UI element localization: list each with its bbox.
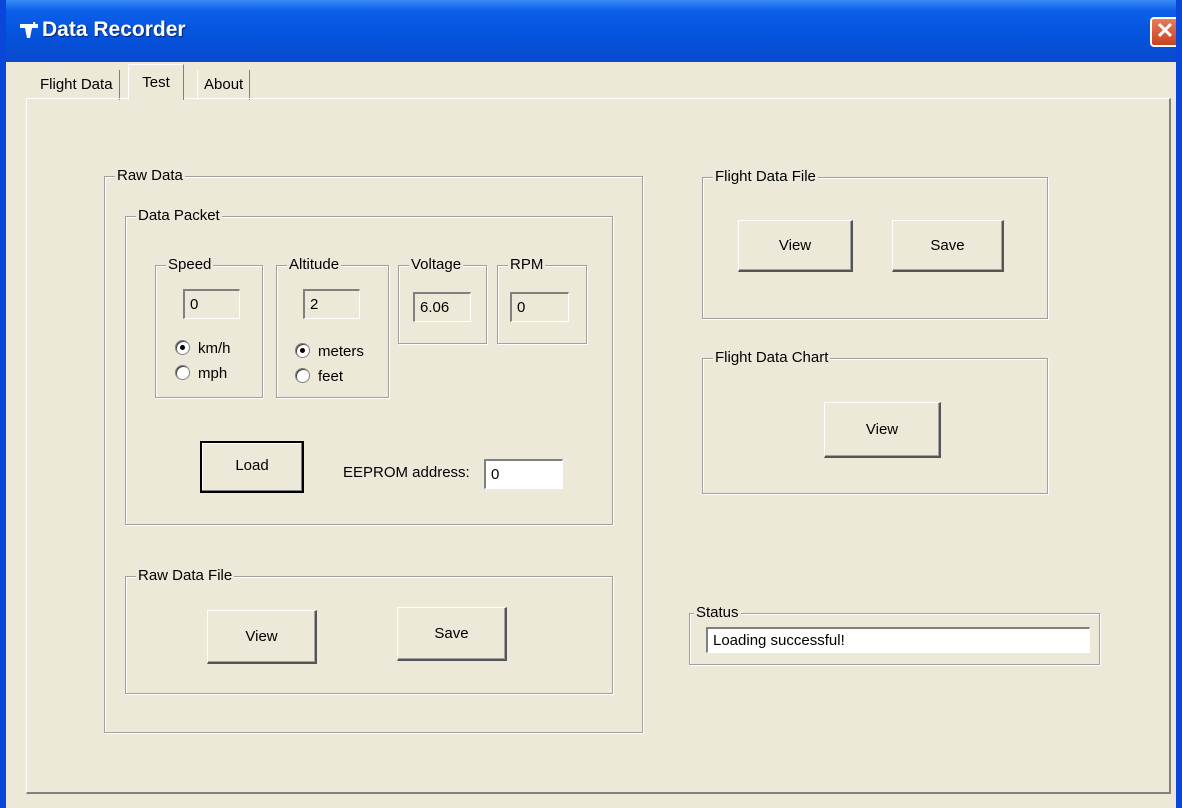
radio-checked-icon: [295, 343, 310, 358]
speed-mph-label: mph: [198, 365, 228, 382]
speed-kmh-label: km/h: [198, 340, 231, 357]
altitude-feet-radio[interactable]: feet: [295, 367, 343, 387]
speed-kmh-radio[interactable]: km/h: [175, 339, 231, 359]
tab-about[interactable]: About: [197, 70, 251, 100]
status-field: Loading successful!: [706, 627, 1090, 653]
flight-data-chart-label: Flight Data Chart: [713, 348, 831, 368]
flight-data-save-button[interactable]: Save: [892, 220, 1004, 272]
flight-data-file-label: Flight Data File: [713, 167, 818, 187]
data-packet-label: Data Packet: [136, 206, 222, 226]
tab-test[interactable]: Test: [128, 64, 184, 100]
altitude-label: Altitude: [287, 255, 342, 275]
raw-data-file-group: Raw Data File: [125, 566, 613, 694]
speed-value-field: 0: [183, 289, 240, 319]
status-label: Status: [694, 603, 741, 623]
radio-checked-icon: [175, 340, 190, 355]
app-icon: [18, 20, 40, 42]
rpm-label: RPM: [508, 255, 546, 275]
window-title: Data Recorder: [42, 18, 186, 41]
raw-data-label: Raw Data: [115, 166, 185, 186]
speed-label: Speed: [166, 255, 214, 275]
raw-data-file-label: Raw Data File: [136, 566, 235, 586]
window-frame-right: [1176, 0, 1182, 808]
altitude-value-field: 2: [303, 289, 360, 319]
altitude-meters-label: meters: [318, 343, 364, 360]
altitude-meters-radio[interactable]: meters: [295, 342, 364, 362]
voltage-value-field: 6.06: [413, 292, 471, 322]
raw-data-save-button[interactable]: Save: [397, 607, 507, 661]
voltage-label: Voltage: [409, 255, 464, 275]
raw-data-view-button[interactable]: View: [207, 610, 317, 664]
eeprom-address-label: EEPROM address:: [343, 464, 470, 481]
load-button[interactable]: Load: [200, 441, 304, 493]
flight-data-chart-view-button[interactable]: View: [824, 402, 941, 458]
rpm-value-field: 0: [510, 292, 569, 322]
title-bar[interactable]: Data Recorder ✕: [0, 0, 1182, 62]
tab-flight-data[interactable]: Flight Data: [34, 70, 120, 100]
radio-unchecked-icon: [175, 365, 190, 380]
radio-unchecked-icon: [295, 368, 310, 383]
speed-mph-radio[interactable]: mph: [175, 364, 227, 384]
flight-data-view-button[interactable]: View: [738, 220, 853, 272]
eeprom-address-input[interactable]: 0: [484, 459, 563, 489]
altitude-feet-label: feet: [318, 368, 344, 385]
